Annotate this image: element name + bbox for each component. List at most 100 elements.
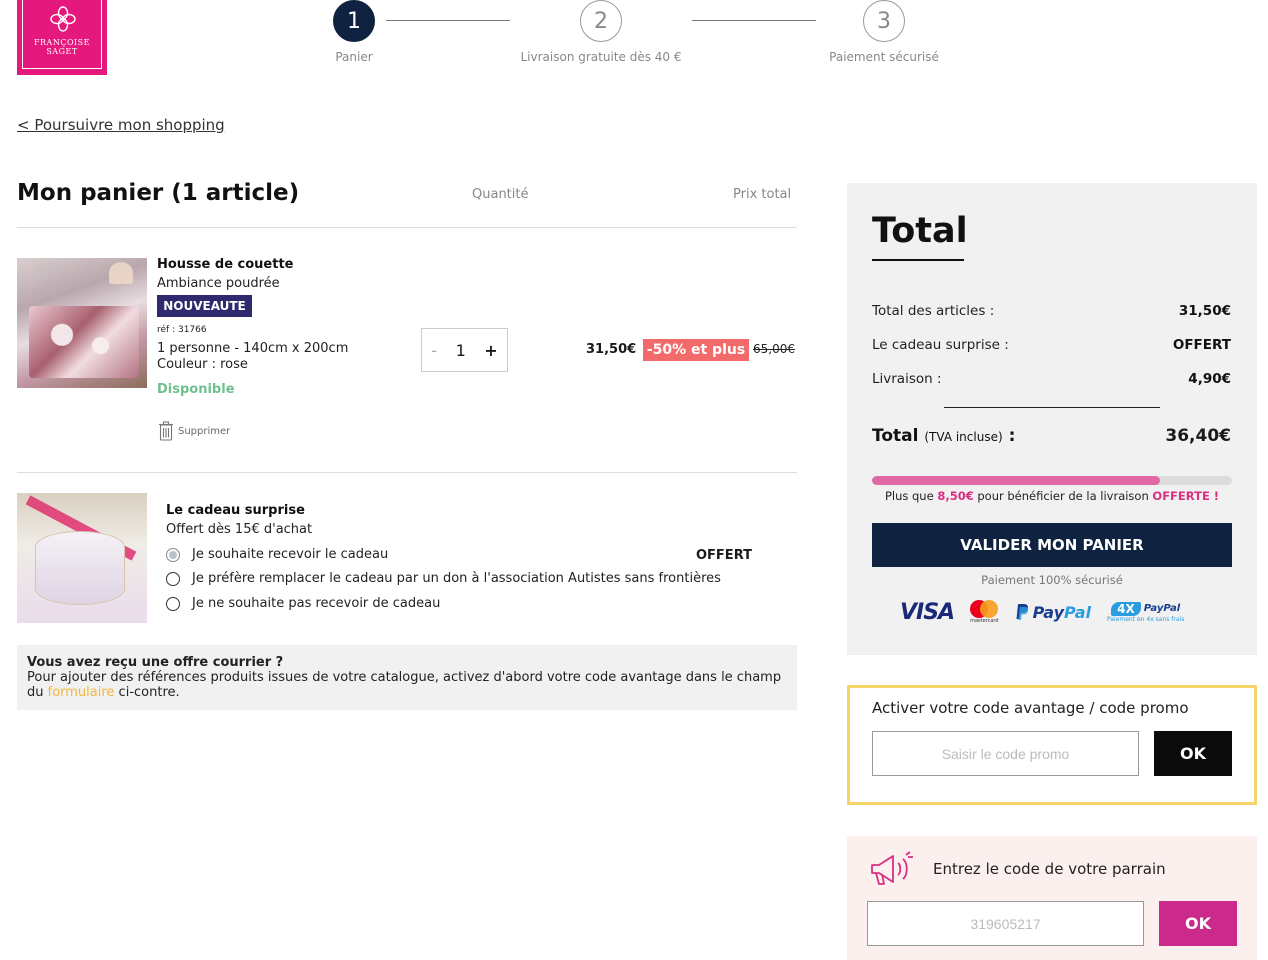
summary-title: Total	[872, 211, 968, 251]
cart-title: Mon panier (1 article)	[17, 180, 300, 206]
old-price: 65,00€	[753, 342, 795, 356]
availability-status: Disponible	[157, 382, 235, 397]
logo-text: FRANÇOISE SAGET	[23, 38, 101, 56]
grand-total-label: Total (TVA incluse) :	[872, 426, 1015, 446]
promo-code-input[interactable]	[872, 731, 1139, 776]
image-gift-box	[35, 531, 125, 605]
mail-offer-text-end: ci-contre.	[114, 685, 180, 700]
qty-increase-button[interactable]: +	[484, 341, 497, 360]
logo-frame: FRANÇOISE SAGET	[22, 0, 102, 69]
mail-offer-title: Vous avez reçu une offre courrier ?	[27, 655, 284, 670]
logo-line-2: SAGET	[46, 47, 78, 56]
step-3-circle: 3	[863, 0, 905, 42]
validate-cart-button[interactable]: VALIDER MON PANIER	[872, 523, 1232, 567]
qty-decrease-button[interactable]: -	[431, 341, 437, 360]
remove-label: Supprimer	[178, 425, 231, 437]
mail-offer-box: Vous avez reçu une offre courrier ? Pour…	[17, 645, 797, 710]
progress-fill	[872, 476, 1160, 485]
gift-title: Le cadeau surprise	[166, 503, 305, 518]
ship-msg-middle: pour bénéficier de la livraison	[973, 489, 1153, 503]
shipping-label: Livraison :	[872, 371, 942, 387]
visa-icon: VISA	[900, 599, 955, 625]
total-column-header: Prix total	[733, 187, 792, 202]
gift-option-label: Je préfère remplacer le cadeau par un do…	[192, 571, 721, 586]
radio-button[interactable]	[166, 571, 180, 586]
radio-button[interactable]	[166, 596, 180, 611]
divider	[17, 472, 797, 473]
product-name[interactable]: Housse de couette	[157, 257, 294, 272]
step-1-circle: 1	[333, 0, 375, 42]
product-ref: réf : 31766	[157, 325, 207, 335]
summary-separator	[944, 407, 1160, 408]
gift-option-donate[interactable]: Je préfère remplacer le cadeau par un do…	[166, 571, 721, 586]
megaphone-icon	[871, 851, 913, 885]
step-2-label: Livraison gratuite dès 40 €	[520, 50, 682, 64]
gift-subtitle: Offert dès 15€ d'achat	[166, 522, 313, 537]
item-price: 31,50€	[586, 342, 637, 357]
mastercard-text: mastercard	[970, 618, 999, 624]
grand-total-value: 36,40€	[1165, 426, 1231, 446]
step-1-label: Panier	[335, 50, 373, 64]
logo-line-1: FRANÇOISE	[33, 38, 90, 47]
continue-shopping-link[interactable]: < Poursuivre mon shopping	[17, 116, 225, 134]
subtotal-value: 31,50€	[1178, 303, 1231, 319]
secure-payment-text: Paiement 100% sécurisé	[981, 573, 1123, 587]
trash-icon	[159, 421, 173, 441]
shipping-value: 4,90€	[1188, 371, 1231, 387]
quantity-stepper[interactable]: - 1 +	[421, 328, 508, 372]
mastercard-icon: mastercard	[970, 600, 999, 624]
divider	[17, 227, 797, 228]
free-shipping-progress	[872, 476, 1232, 485]
referral-ok-button[interactable]: OK	[1159, 901, 1237, 946]
remove-item-button[interactable]: Supprimer	[158, 421, 230, 441]
gift-label: Le cadeau surprise :	[872, 337, 1009, 353]
gift-value: OFFERT	[1172, 337, 1231, 353]
paypal-pay: Pay	[1032, 602, 1065, 622]
promo-ok-button[interactable]: OK	[1154, 731, 1232, 776]
product-color: Couleur : rose	[157, 357, 248, 372]
product-size: 1 personne - 140cm x 200cm	[157, 341, 349, 356]
step-connector-1	[386, 20, 510, 21]
gift-image	[17, 493, 147, 623]
quantity-column-header: Quantité	[472, 187, 529, 202]
image-lamp	[109, 262, 133, 284]
qty-value[interactable]: 1	[456, 341, 466, 360]
clover-icon	[50, 6, 76, 32]
form-link[interactable]: formulaire	[48, 685, 115, 700]
referral-title: Entrez le code de votre parrain	[933, 860, 1166, 878]
paypal-4x-sub: Paiement en 4x sans frais	[1107, 615, 1185, 623]
step-3-label: Paiement sécurisé	[829, 50, 939, 64]
promo-title: Activer votre code avantage / code promo	[872, 699, 1189, 717]
paypal-icon: PayPal	[1015, 603, 1091, 622]
summary-title-underline	[872, 259, 964, 261]
ship-msg-amount: 8,50€	[937, 489, 974, 503]
brand-logo[interactable]: FRANÇOISE SAGET	[17, 0, 107, 75]
paypal-4x-icon: 4X PayPal Paiement en 4x sans frais	[1107, 601, 1185, 623]
paypal-4x-badge: 4X	[1111, 601, 1141, 616]
free-shipping-message: Plus que 8,50€ pour bénéficier de la liv…	[872, 489, 1232, 503]
gift-option-receive[interactable]: Je souhaite recevoir le cadeau	[166, 547, 388, 562]
new-badge: NOUVEAUTE	[157, 295, 252, 317]
paypal-4x-label: PayPal	[1143, 603, 1181, 614]
discount-badge: -50% et plus	[643, 339, 749, 361]
gift-price-label: OFFERT	[696, 548, 752, 563]
paypal-pal: Pal	[1064, 602, 1091, 622]
grand-total-colon: :	[1002, 426, 1016, 446]
grand-total-word: Total	[872, 426, 919, 446]
step-2-circle: 2	[580, 0, 622, 42]
image-bed	[29, 306, 139, 378]
product-image[interactable]	[17, 258, 147, 388]
radio-button[interactable]	[166, 547, 180, 562]
ship-msg-start: Plus que	[884, 489, 938, 503]
paypal-p-icon	[1016, 604, 1028, 620]
subtotal-label: Total des articles :	[872, 303, 995, 319]
vat-note: (TVA incluse)	[924, 430, 1003, 444]
gift-option-decline[interactable]: Je ne souhaite pas recevoir de cadeau	[166, 596, 440, 611]
gift-option-label: Je souhaite recevoir le cadeau	[192, 547, 389, 562]
step-connector-2	[692, 20, 816, 21]
gift-option-label: Je ne souhaite pas recevoir de cadeau	[192, 596, 441, 611]
payment-logos: VISA mastercard PayPal 4X PayPal Paiemen…	[900, 597, 1200, 627]
ship-msg-end: OFFERTE !	[1152, 489, 1220, 503]
product-subtitle: Ambiance poudrée	[157, 276, 280, 291]
referral-code-input[interactable]	[867, 901, 1144, 946]
